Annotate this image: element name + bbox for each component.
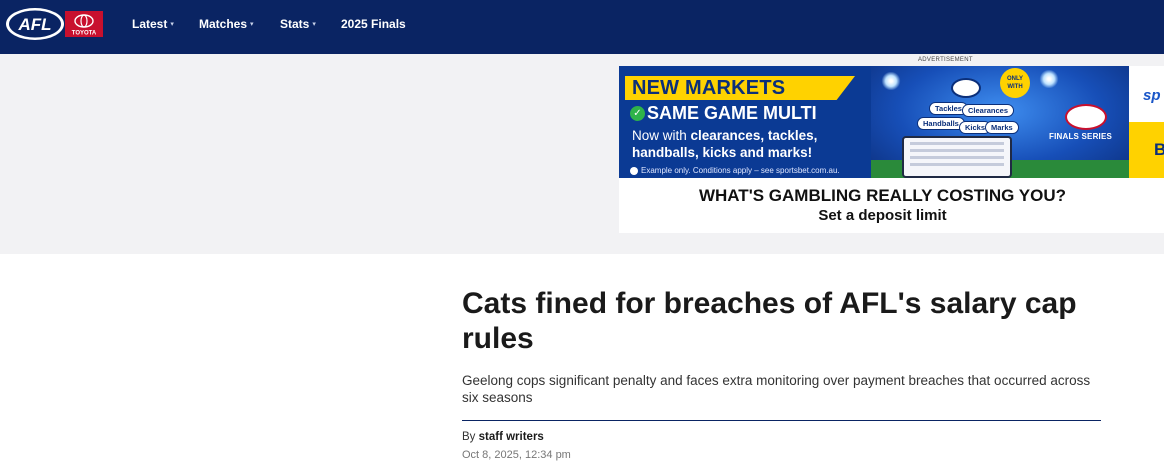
afl-finals-badge-icon — [1065, 104, 1107, 130]
gambling-message-line1: WHAT'S GAMBLING REALLY COSTING YOU? — [698, 186, 1067, 205]
sportsbet-logo-partial: sp — [1143, 87, 1161, 104]
ad-disclaimer: Example only. Conditions apply – see spo… — [630, 166, 840, 175]
stadium-light-icon — [1039, 70, 1059, 88]
gambling-message-line2: Set a deposit limit — [818, 207, 947, 224]
ad-only-text: ONLY WITH — [1006, 76, 1024, 90]
ad-finals-series: FINALS SERIES — [1049, 132, 1113, 141]
phone-mockup-icon — [902, 136, 1012, 178]
nav-stats-label: Stats — [280, 17, 310, 31]
nav-matches[interactable]: Matches ▾ — [199, 17, 254, 31]
nav-2025-finals-label: 2025 Finals — [341, 17, 406, 31]
check-icon: ✓ — [630, 106, 645, 121]
top-navigation-bar: AFL TOYOTA Latest ▾ Matches ▾ Stats ▾ 20… — [0, 0, 1164, 54]
ad-disclaimer-text: Example only. Conditions apply – see spo… — [641, 166, 840, 175]
byline-prefix: By — [462, 431, 479, 443]
gambling-message: WHAT'S GAMBLING REALLY COSTING YOU? Set … — [619, 178, 1164, 233]
advertisement-label: ADVERTISEMENT — [918, 57, 973, 63]
ad-subhead-text: SAME GAME MULTI — [647, 103, 817, 123]
ad-bubble-clearances: Clearances — [962, 104, 1015, 117]
nav-latest-label: Latest — [132, 17, 168, 31]
ad-bubble-marks: Marks — [985, 121, 1019, 134]
ad-copy-prefix: Now with — [632, 128, 691, 143]
ad-headline-ribbon: NEW MARKETS — [625, 76, 855, 100]
ad-brand-partial: B — [1154, 140, 1164, 159]
stadium-light-icon — [881, 72, 901, 90]
ad-bubble-handballs: Handballs — [917, 117, 965, 130]
nav-latest[interactable]: Latest ▾ — [132, 17, 174, 31]
article-standfirst: Geelong cops significant penalty and fac… — [462, 373, 1091, 405]
sportsbet-ad-banner[interactable]: NEW MARKETS ✓ SAME GAME MULTI Now with c… — [619, 66, 1164, 178]
ad-headline: NEW MARKETS — [632, 77, 786, 99]
nav-matches-label: Matches — [199, 17, 248, 31]
article-byline: By staff writers — [462, 431, 544, 443]
ad-only-badge: ONLY WITH — [1000, 68, 1030, 98]
article-headline: Cats fined for breaches of AFL's salary … — [462, 287, 1077, 355]
info-icon — [630, 166, 638, 175]
article-date: Oct 8, 2025, 12:34 pm — [462, 449, 571, 461]
chevron-down-icon: ▾ — [312, 21, 316, 28]
article-divider — [462, 420, 1101, 421]
chevron-down-icon: ▾ — [250, 21, 254, 28]
afl-logo-text: AFL — [17, 15, 51, 34]
afl-badge-icon — [951, 78, 981, 98]
nav-stats[interactable]: Stats ▾ — [280, 17, 316, 31]
afl-toyota-logo[interactable]: AFL TOYOTA — [5, 7, 104, 41]
advertisement-band: ADVERTISEMENT NEW MARKETS ✓ SAME GAME MU… — [0, 54, 1164, 254]
toyota-logo-text: TOYOTA — [72, 31, 97, 37]
author-link[interactable]: staff writers — [479, 431, 544, 443]
ad-subhead: ✓ SAME GAME MULTI — [630, 103, 817, 124]
nav-2025-finals[interactable]: 2025 Finals — [341, 17, 406, 31]
ad-copy: Now with clearances, tackles, handballs,… — [632, 127, 868, 161]
chevron-down-icon: ▾ — [170, 21, 174, 28]
